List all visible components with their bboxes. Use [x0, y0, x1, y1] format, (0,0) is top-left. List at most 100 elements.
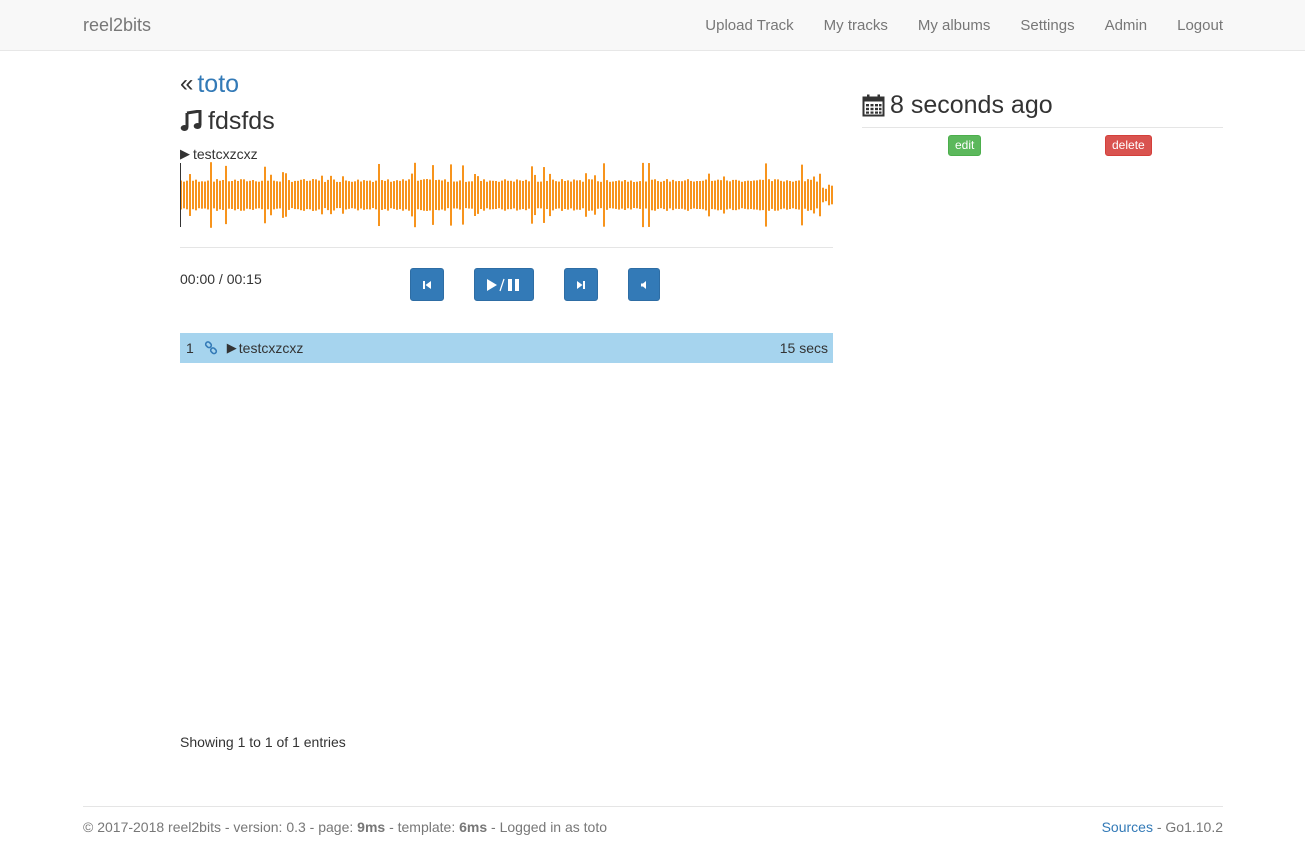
edit-button[interactable]: edit	[948, 135, 982, 156]
waveform-bar	[825, 188, 827, 202]
waveform-bar	[690, 180, 692, 210]
table-row[interactable]: 1 ▶ testcxzcxz 15 secs	[180, 333, 833, 363]
waveform-bar	[240, 179, 242, 211]
sources-link[interactable]: Sources	[1102, 819, 1153, 835]
waveform-bar	[501, 180, 503, 210]
waveform-bar	[615, 181, 617, 209]
upload-time-heading: 8 seconds ago	[862, 90, 1053, 120]
waveform-bar	[354, 181, 356, 209]
delete-button[interactable]: delete	[1105, 135, 1152, 156]
waveform-bar	[219, 180, 221, 210]
nav-my-albums[interactable]: My albums	[918, 17, 991, 34]
waveform-bar	[519, 180, 521, 210]
previous-button[interactable]	[410, 268, 444, 301]
waveform-bar	[708, 173, 710, 217]
volume-button[interactable]	[628, 268, 660, 301]
waveform-bar	[717, 179, 719, 211]
waveform-bar	[534, 174, 536, 216]
waveform-bar	[474, 174, 476, 216]
waveform-bar	[369, 180, 371, 210]
previous-icon	[423, 280, 431, 289]
waveform-bar	[225, 165, 227, 225]
waveform-bar	[477, 176, 479, 214]
next-button[interactable]	[564, 268, 598, 301]
waveform-bar	[456, 181, 458, 209]
waveform-bar	[504, 179, 506, 211]
waveform-bar	[288, 180, 290, 210]
waveform-bar	[438, 179, 440, 211]
waveform-bar	[318, 180, 320, 210]
waveform-bar	[405, 180, 407, 210]
waveform-bar	[276, 181, 278, 209]
waveform-bar	[222, 179, 224, 211]
waveform-bar	[303, 179, 305, 211]
waveform-bar	[258, 181, 260, 209]
waveform-bar	[783, 181, 785, 209]
track-number: 1	[186, 340, 194, 356]
waveform-bar	[210, 162, 212, 228]
waveform-bar	[696, 181, 698, 209]
waveform-bar	[570, 181, 572, 209]
waveform-bar	[621, 181, 623, 209]
nav-settings[interactable]: Settings	[1020, 17, 1074, 34]
waveform-bar	[789, 180, 791, 210]
waveform-bar	[306, 180, 308, 210]
waveform-bar	[204, 181, 206, 209]
track-title[interactable]: testcxzcxz	[239, 340, 304, 356]
waveform-bar	[765, 163, 767, 227]
waveform-bar	[591, 179, 593, 211]
nav-links: Upload Track My tracks My albums Setting…	[675, 0, 1223, 51]
waveform-bar	[705, 179, 707, 211]
play-icon[interactable]: ▶	[227, 340, 237, 356]
waveform-bar	[759, 179, 761, 211]
waveform-bar	[417, 180, 419, 210]
page-time: 9ms	[357, 819, 386, 835]
waveform-bar	[327, 179, 329, 211]
waveform-bar	[762, 179, 764, 211]
waveform-bar	[342, 176, 344, 214]
waveform-bar	[807, 179, 809, 211]
waveform-bar	[699, 181, 701, 209]
waveform-bar	[441, 180, 443, 210]
waveform-bar	[828, 184, 830, 206]
waveform-bar	[528, 181, 530, 209]
waveform-bar	[822, 187, 824, 203]
waveform-bar	[720, 180, 722, 210]
waveform[interactable]	[180, 160, 833, 230]
waveform-bar	[771, 181, 773, 209]
waveform-bar	[798, 180, 800, 210]
link-icon[interactable]	[204, 341, 218, 355]
waveform-bar	[279, 181, 281, 209]
album-title-text: fdsfds	[208, 107, 275, 135]
waveform-bar	[522, 180, 524, 210]
waveform-bar	[234, 179, 236, 211]
back-link[interactable]: « toto	[180, 70, 239, 98]
nav-logout[interactable]: Logout	[1177, 17, 1223, 34]
nav-upload-track[interactable]: Upload Track	[705, 17, 793, 34]
waveform-bar	[411, 173, 413, 217]
waveform-bar	[468, 181, 470, 209]
waveform-bar	[414, 162, 416, 228]
waveform-cursor	[180, 163, 181, 227]
waveform-bar	[618, 180, 620, 210]
waveform-bar	[588, 179, 590, 211]
play-pause-button[interactable]	[474, 268, 534, 301]
waveform-bar	[561, 179, 563, 211]
waveform-bar	[579, 180, 581, 210]
nav-my-tracks[interactable]: My tracks	[824, 17, 888, 34]
waveform-bar	[723, 176, 725, 214]
waveform-bar	[246, 181, 248, 209]
waveform-bar	[633, 181, 635, 209]
waveform-bar	[309, 180, 311, 210]
owner-name[interactable]: toto	[197, 70, 239, 98]
waveform-bar	[228, 181, 230, 209]
waveform-bar	[795, 180, 797, 210]
waveform-bar	[603, 163, 605, 227]
nav-admin[interactable]: Admin	[1105, 17, 1148, 34]
waveform-bar	[681, 181, 683, 209]
waveform-bar	[654, 179, 656, 211]
waveform-bar	[486, 181, 488, 209]
brand-link[interactable]: reel2bits	[83, 15, 151, 36]
waveform-bar	[516, 179, 518, 211]
waveform-bar	[312, 179, 314, 211]
